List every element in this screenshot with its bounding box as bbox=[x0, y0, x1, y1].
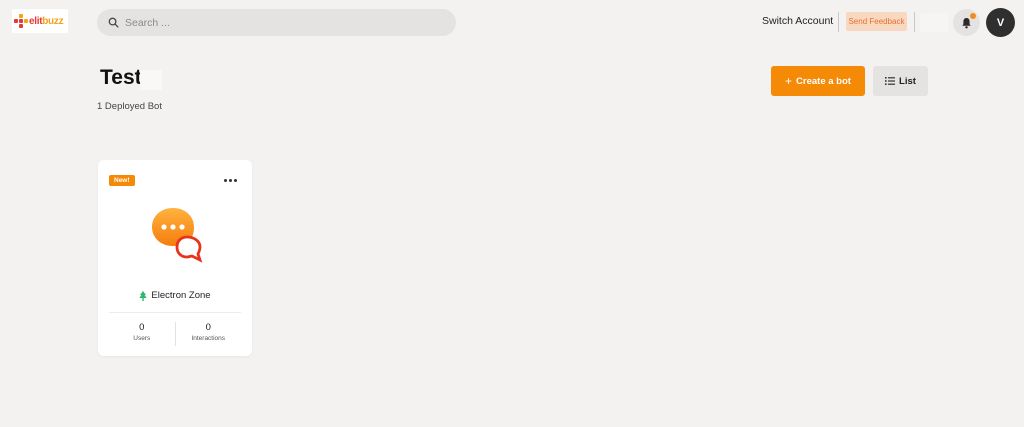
search-input[interactable] bbox=[125, 16, 425, 29]
logo-mark-icon bbox=[14, 14, 28, 28]
divider bbox=[838, 12, 839, 32]
create-bot-button[interactable]: + Create a bot bbox=[771, 66, 865, 96]
interactions-stat: 0 Interactions bbox=[174, 322, 242, 346]
create-bot-label: Create a bot bbox=[796, 75, 851, 87]
notifications-button[interactable] bbox=[953, 9, 980, 36]
logo-text: elitbuzz bbox=[29, 15, 64, 27]
interactions-value: 0 bbox=[205, 322, 211, 333]
top-bar: elitbuzz Switch Account Send Feedback V bbox=[0, 0, 1024, 44]
interactions-label: Interactions bbox=[191, 335, 226, 342]
bot-name-row: Electron Zone bbox=[98, 290, 252, 301]
divider bbox=[914, 12, 915, 32]
header-placeholder bbox=[920, 13, 948, 32]
bot-name: Electron Zone bbox=[151, 290, 211, 301]
list-view-label: List bbox=[899, 75, 916, 87]
user-avatar[interactable]: V bbox=[986, 8, 1015, 37]
search-bar[interactable] bbox=[97, 9, 456, 36]
elitbuzz-logo[interactable]: elitbuzz bbox=[12, 9, 68, 33]
bot-stats: 0 Users 0 Interactions bbox=[109, 322, 241, 346]
card-divider bbox=[109, 312, 241, 313]
chat-bubble-icon bbox=[152, 208, 203, 263]
users-stat: 0 Users bbox=[109, 322, 175, 346]
notification-dot bbox=[970, 13, 976, 19]
page-title: Test bbox=[100, 66, 142, 89]
bot-card[interactable]: New! Electron Zone 0 Users 0 Interaction… bbox=[98, 160, 252, 356]
switch-account-link[interactable]: Switch Account bbox=[762, 15, 833, 27]
title-edit-area[interactable] bbox=[140, 70, 162, 90]
list-icon bbox=[885, 77, 896, 85]
more-icon[interactable] bbox=[224, 176, 238, 184]
tree-icon bbox=[139, 290, 148, 301]
send-feedback-button[interactable]: Send Feedback bbox=[846, 12, 907, 31]
deployed-bot-count: 1 Deployed Bot bbox=[97, 101, 162, 112]
plus-icon: + bbox=[785, 74, 793, 88]
search-icon bbox=[108, 17, 119, 28]
users-value: 0 bbox=[139, 322, 145, 333]
list-view-button[interactable]: List bbox=[873, 66, 928, 96]
new-badge: New! bbox=[109, 175, 135, 186]
users-label: Users bbox=[133, 335, 151, 342]
